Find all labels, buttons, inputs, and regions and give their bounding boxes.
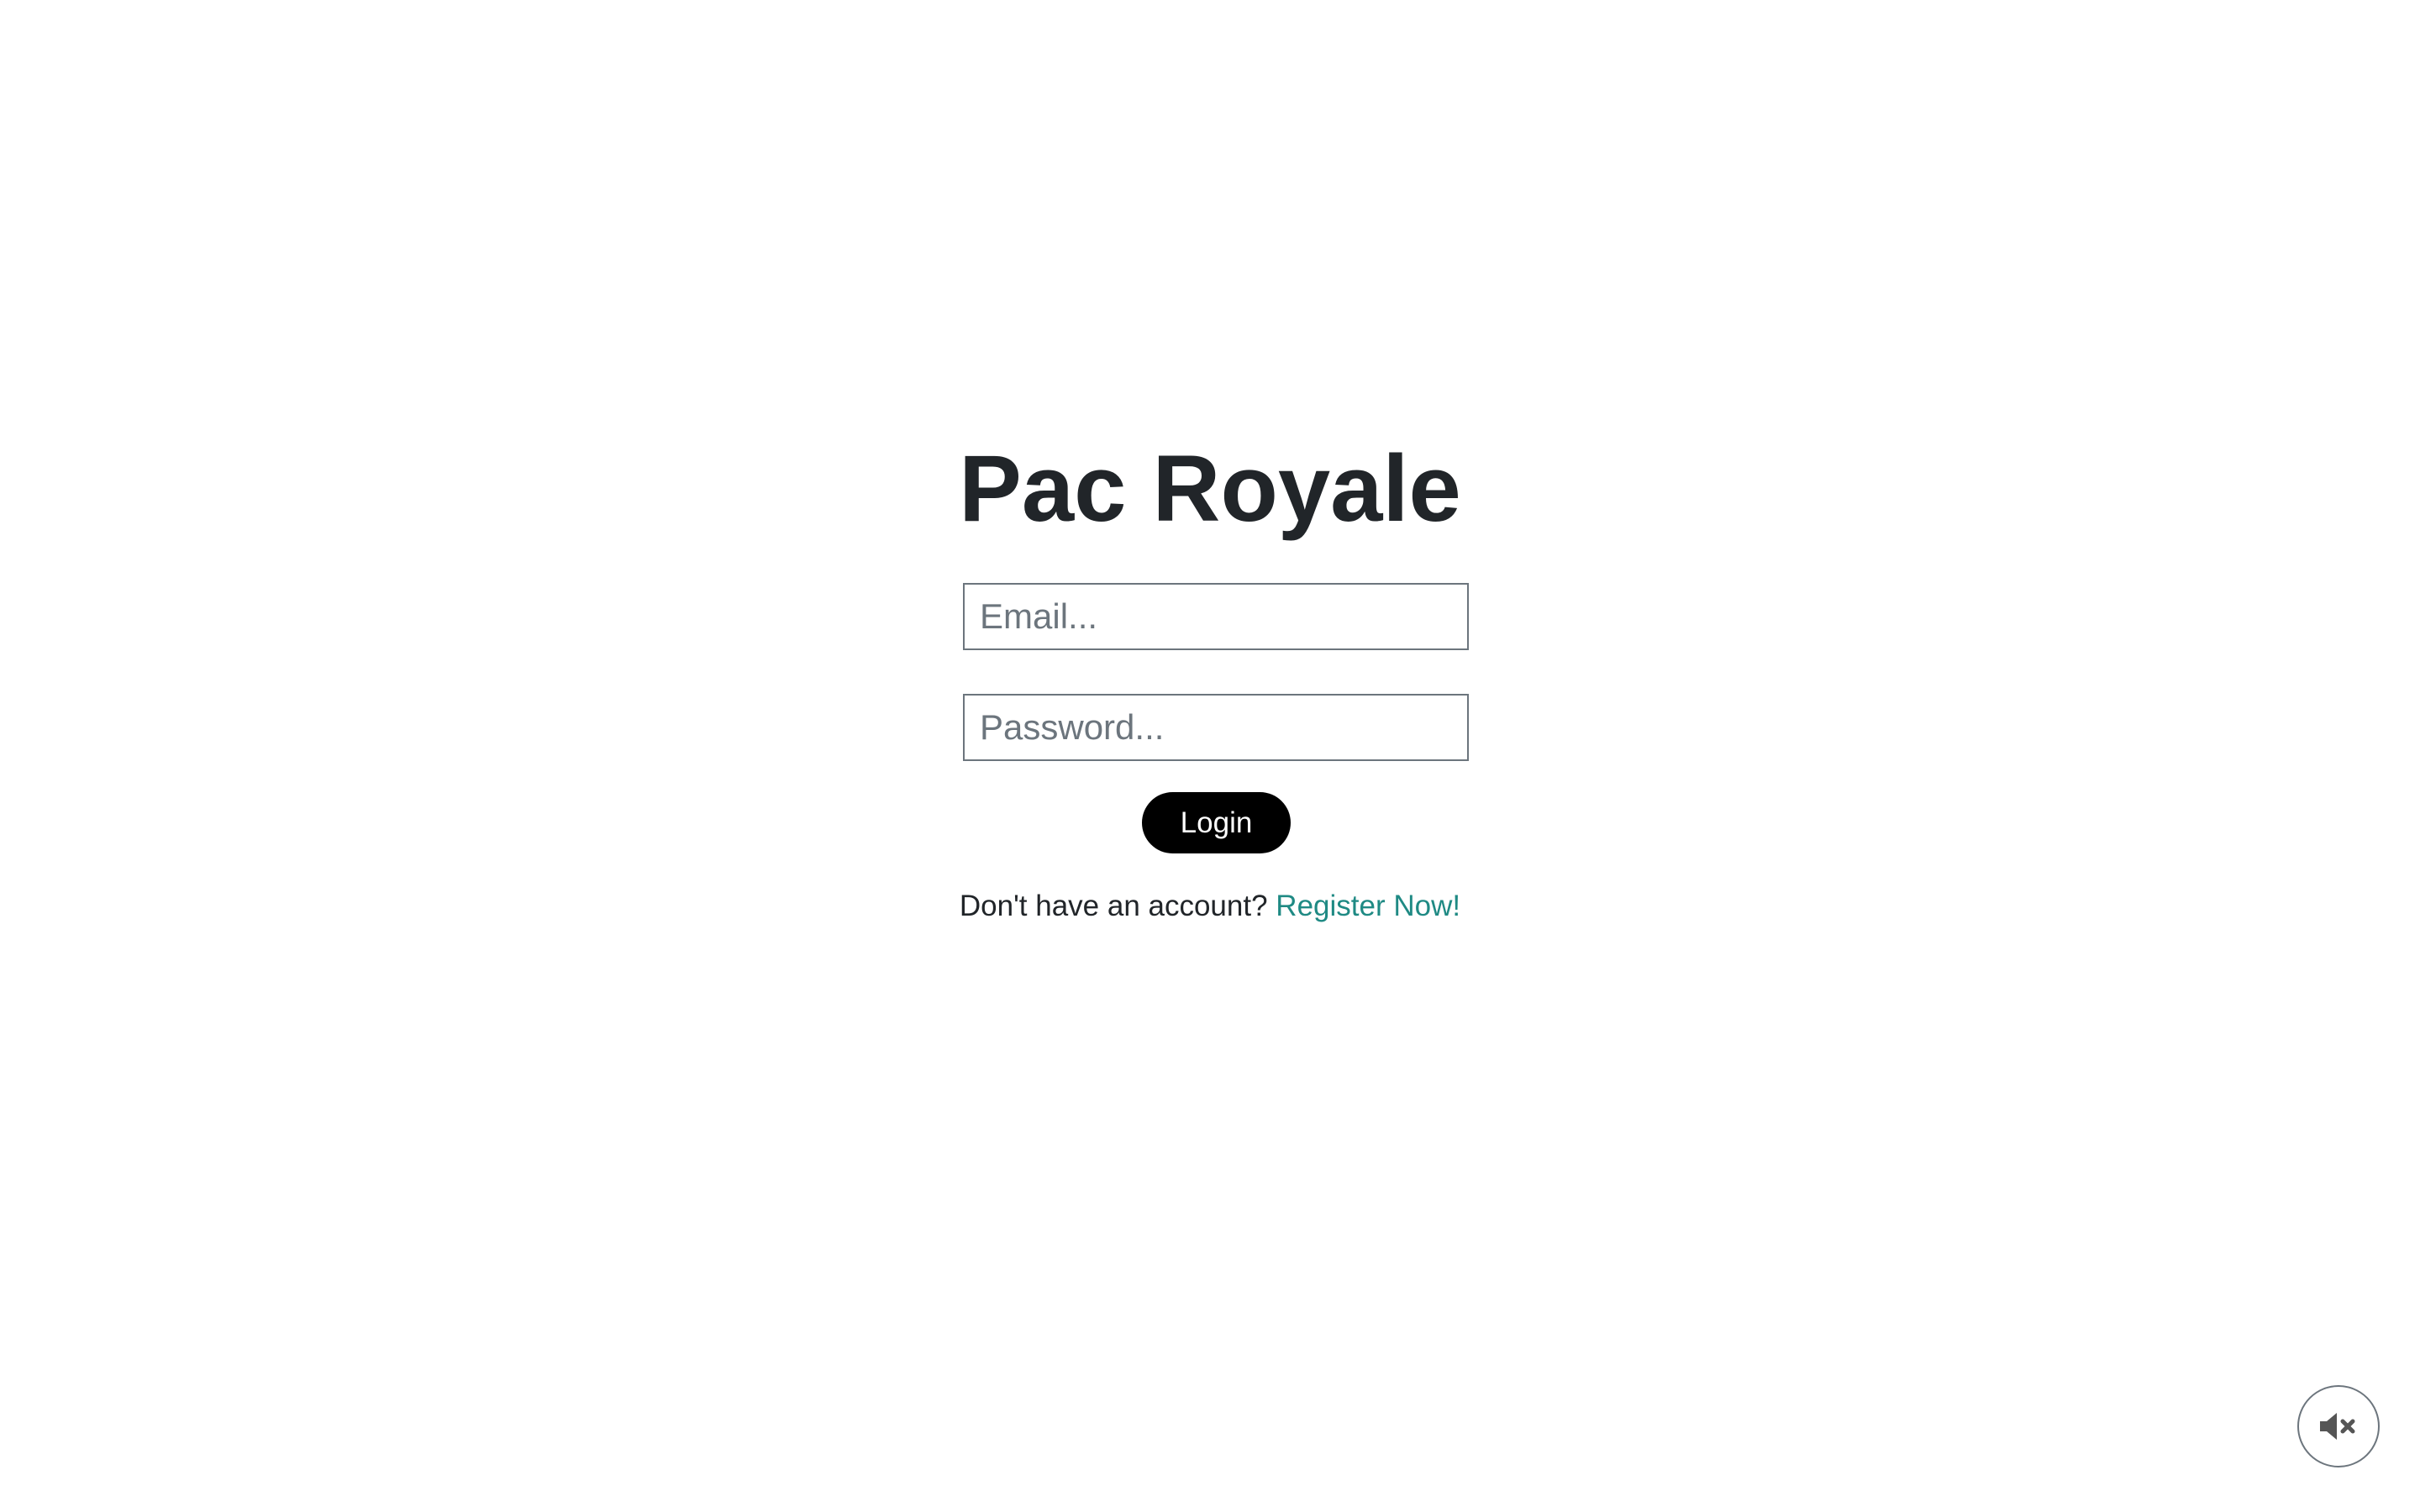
password-field[interactable]	[963, 694, 1469, 761]
page-title: Pac Royale	[959, 436, 1461, 541]
sound-toggle-button[interactable]	[2297, 1385, 2380, 1467]
register-prompt-text: Don't have an account?	[959, 890, 1268, 922]
register-prompt-line: Don't have an account? Register Now!	[0, 885, 2420, 927]
login-page: Pac Royale Login Don't have an account? …	[0, 0, 2420, 1512]
email-field[interactable]	[963, 583, 1469, 650]
speaker-muted-icon	[2320, 1413, 2355, 1440]
login-button[interactable]: Login	[1142, 792, 1291, 853]
register-link[interactable]: Register Now!	[1276, 890, 1460, 922]
